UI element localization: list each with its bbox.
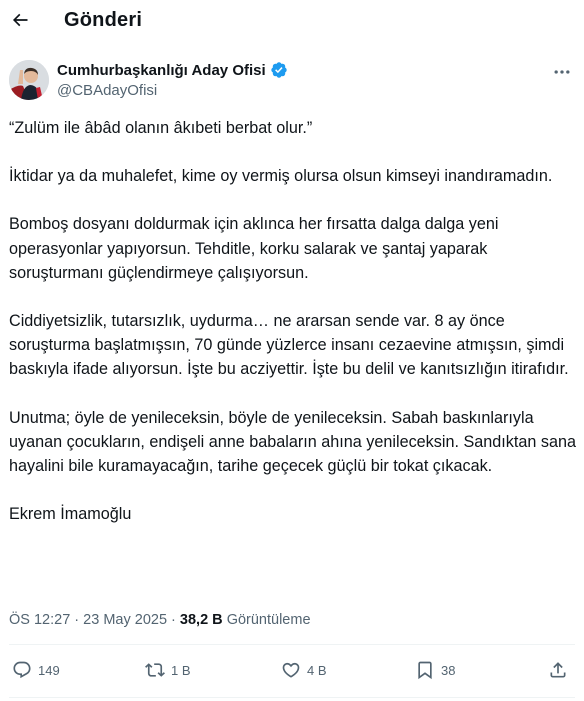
display-name[interactable]: Cumhurbaşkanlığı Aday Ofisi [57,62,266,79]
tweet-author: Cumhurbaşkanlığı Aday Ofisi @CBAdayOfisi [0,56,584,104]
tweet-paragraph-quote: “Zulüm ile âbâd olanın âkıbeti berbat ol… [9,119,313,137]
divider [9,697,575,698]
verified-badge-icon[interactable] [270,61,288,79]
more-options-button[interactable] [550,62,574,82]
top-bar: Gönderi [0,0,584,44]
share-icon [550,662,566,678]
views-label: Görüntüleme [226,612,311,628]
views-count: 38,2 B [179,612,223,628]
divider [9,644,575,645]
bookmark-count: 38 [441,662,456,678]
tweet-actions-bar: 149 1 B 4 B 38 [0,656,584,690]
meta-separator: · [74,612,80,628]
reply-count: 149 [38,662,60,678]
like-count: 4 B [307,662,327,678]
tweet-paragraph: İktidar ya da muhalefet, kime oy vermiş … [9,167,553,186]
arrow-left-icon [12,13,28,27]
tweet-paragraph: Unutma; öyle de yenileceksin, böyle de y… [9,408,576,476]
tweet-text: “Zulüm ile âbâd olanın âkıbeti berbat ol… [9,116,579,526]
more-dots-icon [554,70,570,74]
heart-icon [282,662,300,678]
reply-button[interactable]: 149 [12,660,60,680]
tweet-paragraph: Ciddiyetsizlik, tutarsızlık, uydurma… ne… [9,312,569,379]
retweet-button[interactable]: 1 B [145,660,191,680]
bookmark-button[interactable]: 38 [415,660,455,680]
tweet-signature: Ekrem İmamoğlu [9,505,132,524]
tweet-meta: ÖS 12:27 · 23 May 2025 · 38,2 B Görüntül… [9,612,311,628]
tweet-paragraph: Bomboş dosyanı doldurmak için aklınca he… [9,215,499,282]
reply-icon [13,661,31,679]
like-button[interactable]: 4 B [281,660,327,680]
back-button[interactable] [6,6,34,34]
bookmark-icon [418,661,432,680]
meta-separator: · [171,612,176,628]
tweet-date[interactable]: 23 May 2025 [83,612,167,628]
display-name-row: Cumhurbaşkanlığı Aday Ofisi [57,61,288,79]
avatar[interactable] [9,60,49,100]
tweet-time[interactable]: ÖS 12:27 [9,612,70,628]
user-handle[interactable]: @CBAdayOfisi [57,82,157,99]
retweet-count: 1 B [171,662,191,678]
page-title: Gönderi [64,9,143,31]
share-button[interactable] [548,660,568,680]
avatar-image [9,60,49,100]
retweet-icon [145,663,165,677]
